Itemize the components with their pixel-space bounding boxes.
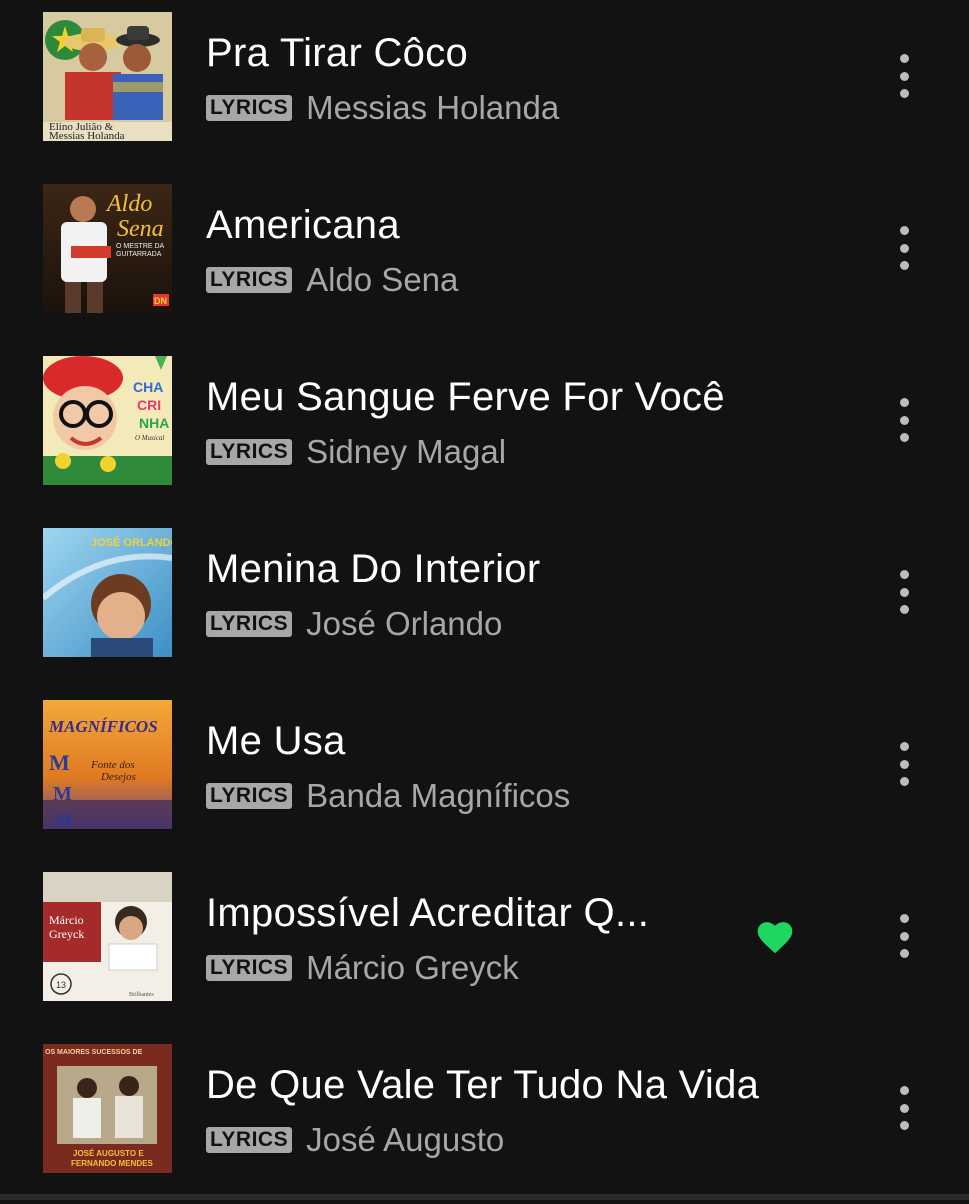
- cover-text: Messias Holanda: [49, 130, 125, 141]
- track-title: Americana: [206, 203, 400, 247]
- cover-text: O Musical: [135, 434, 164, 442]
- heart-filled-icon[interactable]: [754, 917, 796, 955]
- more-vertical-icon: [899, 742, 909, 751]
- cover-text: Fonte dos: [90, 759, 135, 771]
- track-row[interactable]: OS MAIORES SUCESSOS DE JOSÉ AUGUSTO E FE…: [0, 1032, 969, 1204]
- cover-text: FERNANDO MENDES: [71, 1159, 153, 1168]
- track-row[interactable]: JOSÉ ORLANDO Menina Do Interior LYRICS J…: [0, 516, 969, 688]
- track-meta: LYRICS José Orlando: [206, 606, 502, 642]
- album-cover: Aldo Sena O MESTRE DA GUITARRADA DN: [43, 184, 172, 313]
- track-row[interactable]: Márcio Greyck 13 Brilhantes Impossível A…: [0, 860, 969, 1032]
- lyrics-badge: LYRICS: [206, 95, 293, 121]
- track-title: Impossível Acreditar Q...: [206, 891, 650, 935]
- cover-text: OS MAIORES SUCESSOS DE: [45, 1049, 143, 1056]
- more-options-button[interactable]: [886, 394, 922, 446]
- more-vertical-icon: [899, 226, 909, 235]
- track-title: Me Usa: [206, 719, 346, 763]
- bottom-divider: [0, 1194, 969, 1200]
- album-cover: Elino Julião & Messias Holanda: [43, 12, 172, 141]
- track-meta: LYRICS Aldo Sena: [206, 262, 458, 298]
- cover-text: M: [49, 750, 70, 775]
- more-options-button[interactable]: [886, 910, 922, 962]
- artist-name[interactable]: Aldo Sena: [306, 262, 458, 298]
- cover-text: GUITARRADA: [116, 251, 162, 258]
- track-title: De Que Vale Ter Tudo Na Vida: [206, 1063, 760, 1107]
- more-options-button[interactable]: [886, 566, 922, 618]
- more-vertical-icon: [899, 398, 909, 407]
- more-vertical-icon: [899, 1086, 909, 1095]
- artist-name[interactable]: Messias Holanda: [306, 90, 559, 126]
- album-cover: MAGNÍFICOS Fonte dos Desejos M M M: [43, 700, 172, 829]
- track-row[interactable]: CHA CRI NHA O Musical Meu Sangue Ferve F…: [0, 344, 969, 516]
- cover-text: O MESTRE DA: [116, 243, 165, 250]
- artist-name[interactable]: Banda Magníficos: [306, 778, 570, 814]
- lyrics-badge: LYRICS: [206, 611, 293, 637]
- more-vertical-icon: [899, 54, 909, 63]
- track-meta: LYRICS Márcio Greyck: [206, 950, 519, 986]
- track-row[interactable]: Elino Julião & Messias Holanda Pra Tirar…: [0, 0, 969, 172]
- track-row[interactable]: Aldo Sena O MESTRE DA GUITARRADA DN Amer…: [0, 172, 969, 344]
- cover-text: MAGNÍFICOS: [48, 717, 158, 736]
- cover-text: Greyck: [49, 927, 84, 941]
- track-title: Meu Sangue Ferve For Você: [206, 375, 725, 419]
- cover-text: JOSÉ AUGUSTO E: [73, 1149, 144, 1158]
- more-options-button[interactable]: [886, 1082, 922, 1134]
- track-meta: LYRICS Messias Holanda: [206, 90, 559, 126]
- artist-name[interactable]: José Orlando: [306, 606, 502, 642]
- cover-text: CRI: [137, 397, 161, 413]
- lyrics-badge: LYRICS: [206, 267, 293, 293]
- album-cover: CHA CRI NHA O Musical: [43, 356, 172, 485]
- lyrics-badge: LYRICS: [206, 439, 293, 465]
- more-vertical-icon: [899, 914, 909, 923]
- cover-text: Brilhantes: [129, 992, 154, 998]
- album-cover: Márcio Greyck 13 Brilhantes: [43, 872, 172, 1001]
- cover-text: CHA: [133, 379, 163, 395]
- track-title: Pra Tirar Côco: [206, 31, 469, 75]
- lyrics-badge: LYRICS: [206, 783, 293, 809]
- track-meta: LYRICS Banda Magníficos: [206, 778, 570, 814]
- track-list: Elino Julião & Messias Holanda Pra Tirar…: [0, 0, 969, 1200]
- cover-text: Aldo: [105, 191, 152, 217]
- more-options-button[interactable]: [886, 738, 922, 790]
- track-meta: LYRICS Sidney Magal: [206, 434, 506, 470]
- more-vertical-icon: [899, 570, 909, 579]
- more-options-button[interactable]: [886, 222, 922, 274]
- cover-text: JOSÉ ORLANDO: [91, 536, 172, 549]
- track-row[interactable]: MAGNÍFICOS Fonte dos Desejos M M M Me Us…: [0, 688, 969, 860]
- artist-name[interactable]: José Augusto: [306, 1122, 504, 1158]
- lyrics-badge: LYRICS: [206, 1127, 293, 1153]
- more-options-button[interactable]: [886, 50, 922, 102]
- artist-name[interactable]: Sidney Magal: [306, 434, 506, 470]
- cover-text: NHA: [139, 415, 169, 431]
- cover-text: 13: [56, 980, 66, 990]
- lyrics-badge: LYRICS: [206, 955, 293, 981]
- cover-text: M: [55, 810, 72, 829]
- cover-text: M: [53, 783, 72, 805]
- cover-text: DN: [154, 296, 167, 306]
- cover-text: Desejos: [100, 771, 136, 783]
- track-title: Menina Do Interior: [206, 547, 541, 591]
- album-cover: JOSÉ ORLANDO: [43, 528, 172, 657]
- artist-name[interactable]: Márcio Greyck: [306, 950, 519, 986]
- track-meta: LYRICS José Augusto: [206, 1122, 504, 1158]
- cover-text: Márcio: [49, 913, 84, 927]
- album-cover: OS MAIORES SUCESSOS DE JOSÉ AUGUSTO E FE…: [43, 1044, 172, 1173]
- cover-text: Sena: [117, 216, 164, 242]
